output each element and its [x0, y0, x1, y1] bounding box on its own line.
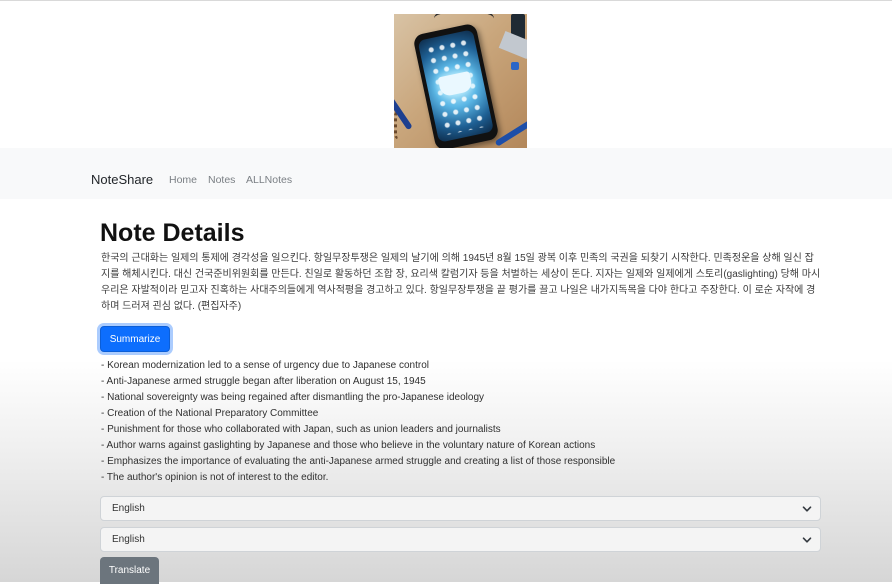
target-language-select[interactable]: English — [100, 527, 821, 552]
summary-item: - The author's opinion is not of interes… — [101, 472, 329, 483]
clip-shape — [511, 62, 519, 70]
source-language-value: English — [112, 503, 145, 514]
chevron-down-icon — [802, 506, 812, 512]
phone-shape — [412, 22, 500, 148]
summary-item: - Emphasizes the importance of evaluatin… — [101, 456, 616, 467]
summary-item: - Author warns against gaslighting by Ja… — [101, 440, 596, 451]
phone-screen — [417, 29, 494, 143]
pen-shape — [494, 119, 527, 147]
top-divider — [0, 0, 892, 1]
chevron-down-icon — [802, 537, 812, 543]
navbar-brand[interactable]: NoteShare — [91, 172, 153, 188]
summary-list: - Korean modernization led to a sense of… — [101, 358, 615, 486]
nav-link-notes[interactable]: Notes — [208, 173, 235, 187]
summary-item: - Creation of the National Preparatory C… — [101, 408, 319, 419]
summary-item: - Anti-Japanese armed struggle began aft… — [101, 376, 426, 387]
summarize-button[interactable]: Summarize — [100, 326, 170, 352]
translate-button[interactable]: Translate — [100, 557, 159, 584]
hero-image — [394, 14, 527, 148]
navbar: NoteShare Home Notes ALLNotes — [0, 148, 892, 199]
summary-item: - Korean modernization led to a sense of… — [101, 360, 429, 371]
note-text: 한국의 근대화는 일제의 통제에 경각성을 일으킨다. 항일무장투쟁은 일제의 … — [101, 253, 821, 312]
page-title: Note Details — [100, 219, 245, 247]
nav-link-home[interactable]: Home — [169, 173, 197, 187]
target-language-value: English — [112, 534, 145, 545]
nav-link-allnotes[interactable]: ALLNotes — [246, 173, 292, 187]
source-language-select[interactable]: English — [100, 496, 821, 521]
summary-item: - Punishment for those who collaborated … — [101, 424, 501, 435]
summary-item: - National sovereignty was being regaine… — [101, 392, 485, 403]
